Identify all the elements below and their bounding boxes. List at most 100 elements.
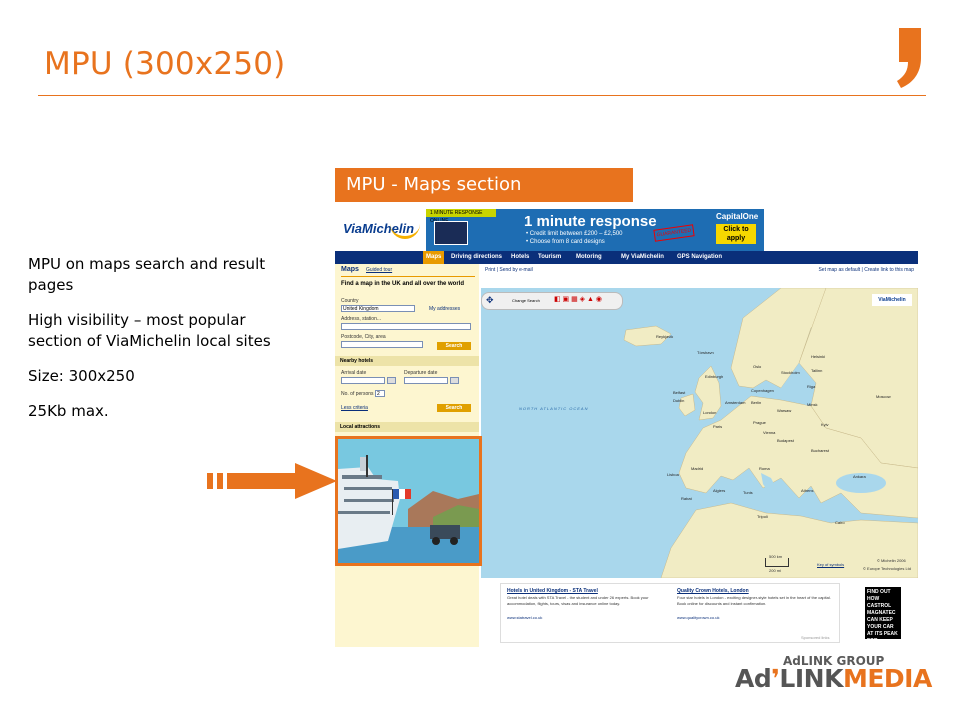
address-label: Address, station... — [341, 316, 382, 322]
change-search-link[interactable]: Change Search — [512, 298, 540, 303]
create-link-link[interactable]: Create link to this map — [864, 267, 914, 273]
map-links: Set map as default | Create link to this… — [818, 267, 914, 273]
banner-cta-button[interactable]: Click to apply — [716, 224, 756, 244]
banner-headline: 1 minute response — [524, 213, 657, 230]
ad-url[interactable]: www.qualitycrown.co.uk — [677, 615, 719, 620]
key-of-symbols-link[interactable]: Key of symbols — [817, 562, 844, 567]
europe-map[interactable]: ✥ Change Search ◧ ▣ ▦ ◈ ▲ ◉ ViaMichelin … — [481, 288, 918, 578]
nav-driving-directions[interactable]: Driving directions — [451, 251, 502, 264]
city-label: Lisboa — [667, 472, 679, 477]
city-label: Budapest — [777, 438, 794, 443]
country-label: Country — [341, 298, 359, 304]
nav-gps[interactable]: GPS Navigation — [677, 251, 722, 264]
ad-url[interactable]: www.statravel.co.uk — [507, 615, 542, 620]
city-label: Algiers — [713, 488, 726, 493]
mpu-ad-slot[interactable] — [335, 436, 482, 566]
leaderboard-banner[interactable]: 1 MINUTE RESPONSE ONLINE 1 minute respon… — [426, 209, 764, 251]
nav-motoring[interactable]: Motoring — [576, 251, 602, 264]
departure-date-input[interactable] — [404, 377, 448, 384]
city-label: Ankara — [853, 474, 866, 479]
adlink-media-logo: Ad❜LINKMEDIA — [735, 664, 932, 693]
persons-label: No. of persons — [341, 391, 374, 397]
map-land-shapes — [623, 288, 918, 578]
ferry-illustration — [338, 439, 479, 563]
ad-title[interactable]: Hotels in United Kingdom - STA Travel — [507, 588, 598, 594]
city-label: Minsk — [807, 402, 818, 407]
city-label: Tunis — [743, 490, 753, 495]
persons-input[interactable]: 2 — [375, 390, 385, 397]
ad-text: Great hotel deals with STA Travel - the … — [507, 595, 649, 606]
sponsored-links-area: Hotels in United Kingdom - STA Travel Gr… — [481, 578, 918, 647]
local-attractions-bar[interactable]: Local attractions — [335, 422, 479, 432]
sponsored-label: Sponsored links — [801, 635, 830, 640]
city-label: Paris — [713, 424, 723, 429]
calendar-icon[interactable] — [450, 377, 459, 384]
nav-tourism[interactable]: Tourism — [538, 251, 561, 264]
less-criteria-link[interactable]: Less criteria — [341, 405, 368, 411]
city-label: Moscow — [876, 394, 891, 399]
scale-bar — [765, 558, 789, 567]
banner-stamp: GUARANTEED — [653, 224, 695, 242]
map-panel: Print | Send by e-mail Set map as defaul… — [481, 264, 918, 578]
sidebar-divider — [341, 276, 475, 277]
nav-hotels[interactable]: Hotels — [511, 251, 529, 264]
layer-icons[interactable]: ◧ ▣ ▦ ◈ ▲ ◉ — [554, 295, 602, 303]
nav-my-viamichelin[interactable]: My ViaMichelin — [621, 251, 664, 264]
guided-tour-link[interactable]: Guided tour — [366, 267, 392, 273]
scale-km: 500 km — [769, 554, 783, 559]
logo-ad: Ad — [735, 664, 772, 693]
city-label: Amsterdam — [725, 400, 746, 405]
my-addresses-link[interactable]: My addresses — [429, 306, 460, 312]
description-text: MPU on maps search and result pages High… — [28, 254, 303, 436]
bullet-visibility: High visibility – most popular section o… — [28, 311, 271, 350]
city-label: Helsinki — [811, 354, 826, 359]
scale-mi: 200 mi — [769, 568, 782, 573]
send-label: Send — [499, 267, 512, 273]
city-label: Dublin — [673, 398, 685, 403]
hotel-search-button[interactable]: Search — [437, 404, 471, 412]
city-label: Copenhagen — [751, 388, 774, 393]
pan-icon[interactable]: ✥ — [486, 295, 494, 306]
city-label: Oslo — [753, 364, 762, 369]
ocean-label: NORTH ATLANTIC OCEAN — [519, 406, 589, 411]
map-toolbar: Print | Send by e-mail Set map as defaul… — [481, 264, 918, 288]
city-label: Reykjavik — [656, 334, 674, 339]
castrol-ad[interactable]: FIND OUT HOW CASTROL MAGNATEC CAN KEEP Y… — [865, 587, 901, 647]
viamichelin-screenshot: ViaMichelin 1 MINUTE RESPONSE ONLINE 1 m… — [335, 209, 918, 647]
city-label: Tripoli — [757, 514, 768, 519]
site-header: ViaMichelin 1 MINUTE RESPONSE ONLINE 1 m… — [335, 209, 918, 251]
sidebar-heading: Find a map in the UK and all over the wo… — [341, 281, 465, 287]
calendar-icon[interactable] — [387, 377, 396, 384]
departure-label: Departure date — [404, 370, 438, 376]
city-label: Kyiv — [821, 422, 829, 427]
country-select[interactable]: United Kingdom — [341, 305, 415, 312]
address-input[interactable] — [341, 323, 471, 330]
postcode-label: Postcode, City, area — [341, 334, 386, 340]
city-label: Bucharest — [811, 448, 830, 453]
city-label: Tórshavn — [697, 350, 714, 355]
city-label: Stockholm — [781, 370, 800, 375]
logo-link: LINK — [779, 664, 843, 693]
city-label: Tallinn — [811, 368, 823, 373]
city-label: Prague — [753, 420, 766, 425]
nearby-hotels-bar[interactable]: Nearby hotels — [335, 356, 479, 366]
title-divider — [38, 95, 926, 96]
ad-title[interactable]: Quality Crown Hotels, London — [677, 588, 749, 594]
map-actions: Print | Send by e-mail — [485, 267, 533, 273]
city-label: Warsaw — [777, 408, 792, 413]
postcode-input[interactable] — [341, 341, 423, 348]
print-link[interactable]: Print — [485, 267, 495, 273]
set-default-link[interactable]: Set map as default — [818, 267, 860, 273]
map-zoom-toolbar[interactable]: ✥ Change Search ◧ ▣ ▦ ◈ ▲ ◉ — [481, 292, 623, 310]
pointer-arrow-icon — [207, 463, 337, 499]
email-link[interactable]: by e-mail — [512, 267, 532, 273]
city-label: Athens — [801, 488, 814, 493]
nav-maps[interactable]: Maps — [423, 251, 445, 264]
arrival-date-input[interactable] — [341, 377, 385, 384]
section-label: MPU - Maps section — [335, 168, 633, 202]
arrival-label: Arrival date — [341, 370, 367, 376]
search-button[interactable]: Search — [437, 342, 471, 350]
copyright-michelin: © Michelin 2006 — [877, 558, 906, 563]
city-label: Belfast — [673, 390, 686, 395]
sidebar-title: Maps — [341, 266, 359, 273]
